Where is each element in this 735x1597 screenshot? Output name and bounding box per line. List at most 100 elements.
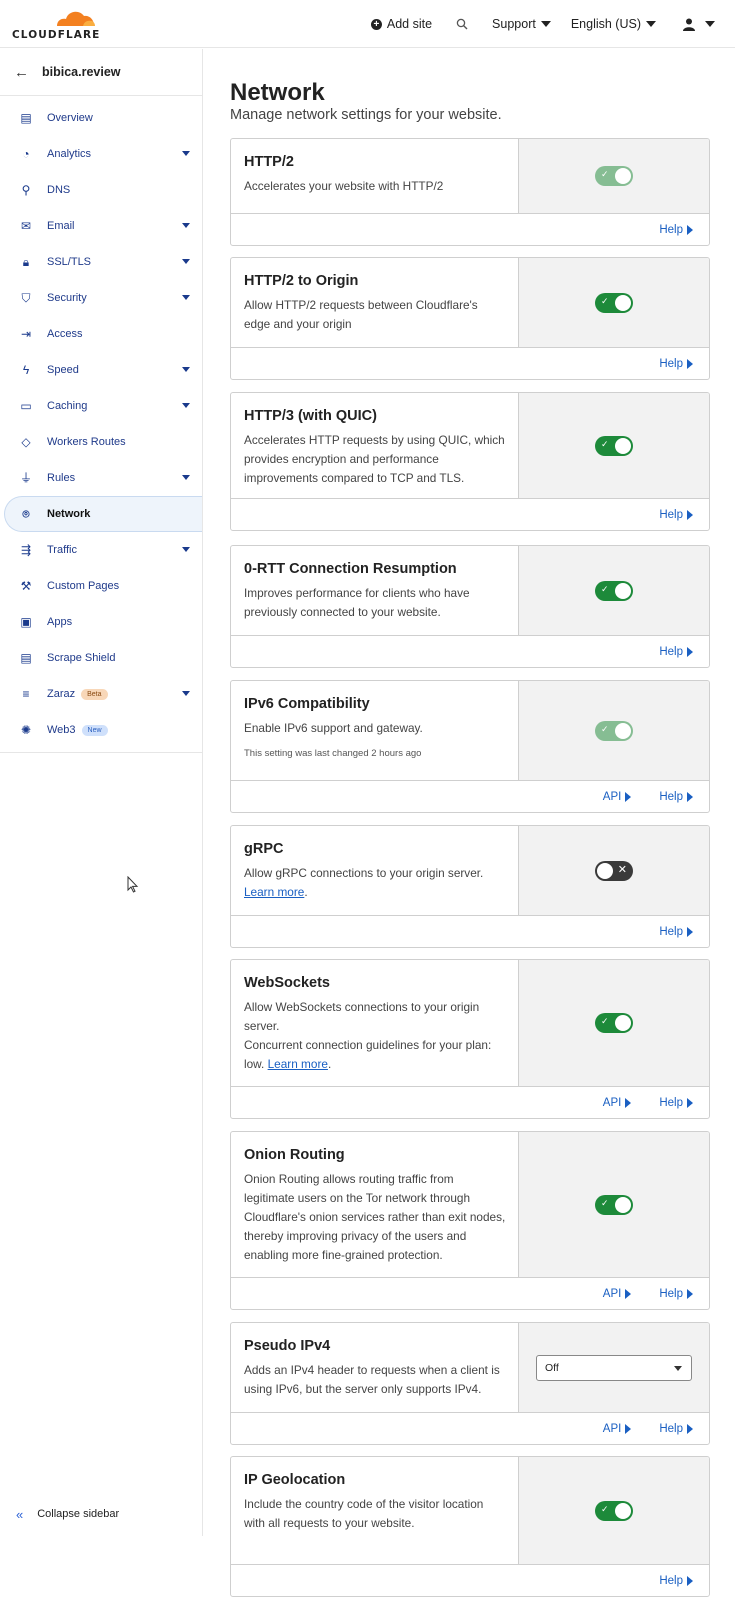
cloudflare-logo[interactable]: CLOUDFLARE bbox=[12, 7, 102, 41]
setting-control-area: ✓ bbox=[519, 681, 709, 780]
sidebar-item-label: Access bbox=[47, 328, 83, 340]
sidebar-item-apps[interactable]: ▣ Apps bbox=[0, 604, 202, 640]
back-arrow-icon[interactable]: ← bbox=[14, 64, 29, 81]
setting-info: HTTP/2 Accelerates your website with HTTP… bbox=[231, 139, 519, 213]
setting-control-area: Off bbox=[519, 1323, 709, 1412]
setting-description-text: Include the country code of the visitor … bbox=[244, 1497, 484, 1530]
help-link[interactable]: Help bbox=[659, 224, 693, 236]
sidebar-item-network[interactable]: ⌾ Network bbox=[4, 496, 202, 532]
setting-toggle[interactable]: ✓ bbox=[595, 1500, 633, 1521]
setting-toggle[interactable]: ✓ bbox=[595, 580, 633, 601]
chevron-down-icon[interactable] bbox=[182, 223, 190, 228]
chevron-down-icon[interactable] bbox=[182, 151, 190, 156]
help-link[interactable]: Help bbox=[659, 1097, 693, 1109]
sidebar-item-label: Overview bbox=[47, 112, 93, 124]
sidebar-item-overview[interactable]: ▤ Overview bbox=[0, 100, 202, 136]
setting-toggle[interactable]: ✓ bbox=[595, 292, 633, 313]
sidebar-item-workers-routes[interactable]: ◇ Workers Routes bbox=[0, 424, 202, 460]
caret-right-icon bbox=[625, 1423, 632, 1434]
sidebar-item-custom-pages[interactable]: ⚒ Custom Pages bbox=[0, 568, 202, 604]
setting-description: Onion Routing allows routing traffic fro… bbox=[244, 1170, 506, 1265]
help-link[interactable]: Help bbox=[659, 509, 693, 521]
api-link[interactable]: API bbox=[603, 791, 632, 803]
setting-card-websockets: WebSockets Allow WebSockets connections t… bbox=[230, 959, 710, 1119]
setting-title: IP Geolocation bbox=[244, 1472, 346, 1488]
help-link[interactable]: Help bbox=[659, 1575, 693, 1587]
sidebar-item-label: Workers Routes bbox=[47, 436, 126, 448]
api-link[interactable]: API bbox=[603, 1097, 632, 1109]
help-label: Help bbox=[659, 1574, 683, 1587]
zaraz-icon: ≡ bbox=[22, 687, 30, 701]
checkmark-icon: ✓ bbox=[601, 1197, 609, 1208]
chevron-down-icon[interactable] bbox=[182, 475, 190, 480]
help-link[interactable]: Help bbox=[659, 358, 693, 370]
chevron-down-icon[interactable] bbox=[182, 259, 190, 264]
sidebar-item-speed[interactable]: ϟ Speed bbox=[0, 352, 202, 388]
sidebar-item-analytics[interactable]: ◔ Analytics bbox=[0, 136, 202, 172]
collapse-sidebar-button[interactable]: « Collapse sidebar bbox=[0, 1492, 203, 1536]
help-link[interactable]: Help bbox=[659, 1288, 693, 1300]
checkmark-icon: ✓ bbox=[601, 295, 609, 306]
sidebar-item-email[interactable]: ✉ Email bbox=[0, 208, 202, 244]
checkmark-icon: ✓ bbox=[601, 583, 609, 594]
sidebar-item-web3[interactable]: ✺ Web3 New bbox=[0, 712, 202, 748]
setting-card-0-rtt-connection-resumption: 0-RTT Connection Resumption Improves perf… bbox=[230, 545, 710, 668]
sidebar-item-access[interactable]: ⇥ Access bbox=[0, 316, 202, 352]
toggle-knob bbox=[615, 437, 631, 454]
caret-right-icon bbox=[687, 1097, 693, 1108]
chevron-down-icon[interactable] bbox=[182, 691, 190, 696]
sidebar-item-rules[interactable]: ⏚ Rules bbox=[0, 460, 202, 496]
toggle-knob bbox=[615, 1502, 631, 1519]
setting-description-text: Onion Routing allows routing traffic fro… bbox=[244, 1172, 506, 1262]
site-header[interactable]: ← bibica.review bbox=[0, 49, 202, 96]
help-link[interactable]: Help bbox=[659, 926, 693, 938]
api-link[interactable]: API bbox=[603, 1423, 632, 1435]
sidebar-item-dns[interactable]: ⚲ DNS bbox=[0, 172, 202, 208]
help-label: Help bbox=[659, 223, 683, 236]
checkmark-icon: ✓ bbox=[601, 1503, 609, 1514]
help-link[interactable]: Help bbox=[659, 791, 693, 803]
sidebar-item-ssl-tls[interactable]: 🔒︎ SSL/TLS bbox=[0, 244, 202, 280]
setting-description: Adds an IPv4 header to requests when a c… bbox=[244, 1361, 506, 1399]
setting-toggle[interactable]: ✓ bbox=[595, 1194, 633, 1215]
chevron-down-icon[interactable] bbox=[182, 547, 190, 552]
learn-more-link[interactable]: Learn more bbox=[268, 1057, 328, 1071]
language-menu[interactable]: English (US) bbox=[561, 17, 666, 31]
status-badge: New bbox=[81, 724, 108, 736]
help-label: Help bbox=[659, 1287, 683, 1300]
top-actions: + Add site Support English (US) bbox=[361, 0, 715, 48]
sidebar-item-scrape-shield[interactable]: ▤ Scrape Shield bbox=[0, 640, 202, 676]
sidebar-item-traffic[interactable]: ⇶ Traffic bbox=[0, 532, 202, 568]
setting-body: gRPC Allow gRPC connections to your origi… bbox=[231, 826, 709, 916]
sidebar-item-label: Email bbox=[47, 220, 75, 232]
sidebar-item-caching[interactable]: ▭ Caching bbox=[0, 388, 202, 424]
sidebar-item-security[interactable]: ⛉ Security bbox=[0, 280, 202, 316]
setting-card-onion-routing: Onion Routing Onion Routing allows routin… bbox=[230, 1131, 710, 1310]
setting-title: WebSockets bbox=[244, 975, 330, 991]
setting-description-text: Allow WebSockets connections to your ori… bbox=[244, 1000, 480, 1033]
chevron-down-icon[interactable] bbox=[182, 295, 190, 300]
setting-card-http-3-with-quic: HTTP/3 (with QUIC) Accelerates HTTP reque… bbox=[230, 392, 710, 531]
caret-right-icon bbox=[687, 1575, 693, 1586]
setting-select[interactable]: Off bbox=[536, 1354, 692, 1381]
learn-more-link[interactable]: Learn more bbox=[244, 885, 304, 899]
setting-toggle[interactable]: ✕ bbox=[595, 860, 633, 881]
setting-toggle[interactable]: ✓ bbox=[595, 1013, 633, 1033]
sidebar-item-zaraz[interactable]: ≡ Zaraz Beta bbox=[0, 676, 202, 712]
help-link[interactable]: Help bbox=[659, 1423, 693, 1435]
chevron-down-icon[interactable] bbox=[182, 403, 190, 408]
user-menu[interactable] bbox=[666, 18, 715, 31]
help-link[interactable]: Help bbox=[659, 646, 693, 658]
setting-footer: API Help bbox=[231, 1087, 709, 1118]
location-pin-icon: ⌾ bbox=[22, 507, 30, 521]
sidebar-item-label: Apps bbox=[47, 616, 73, 628]
chevron-down-icon[interactable] bbox=[182, 367, 190, 372]
setting-control-area: ✓ bbox=[519, 546, 709, 635]
add-site-button[interactable]: + Add site bbox=[361, 17, 442, 31]
search-button[interactable] bbox=[442, 18, 482, 30]
support-menu[interactable]: Support bbox=[482, 17, 561, 31]
api-link[interactable]: API bbox=[603, 1288, 632, 1300]
select-value: Off bbox=[545, 1361, 559, 1374]
caret-right-icon bbox=[687, 926, 693, 937]
setting-toggle[interactable]: ✓ bbox=[595, 435, 633, 456]
